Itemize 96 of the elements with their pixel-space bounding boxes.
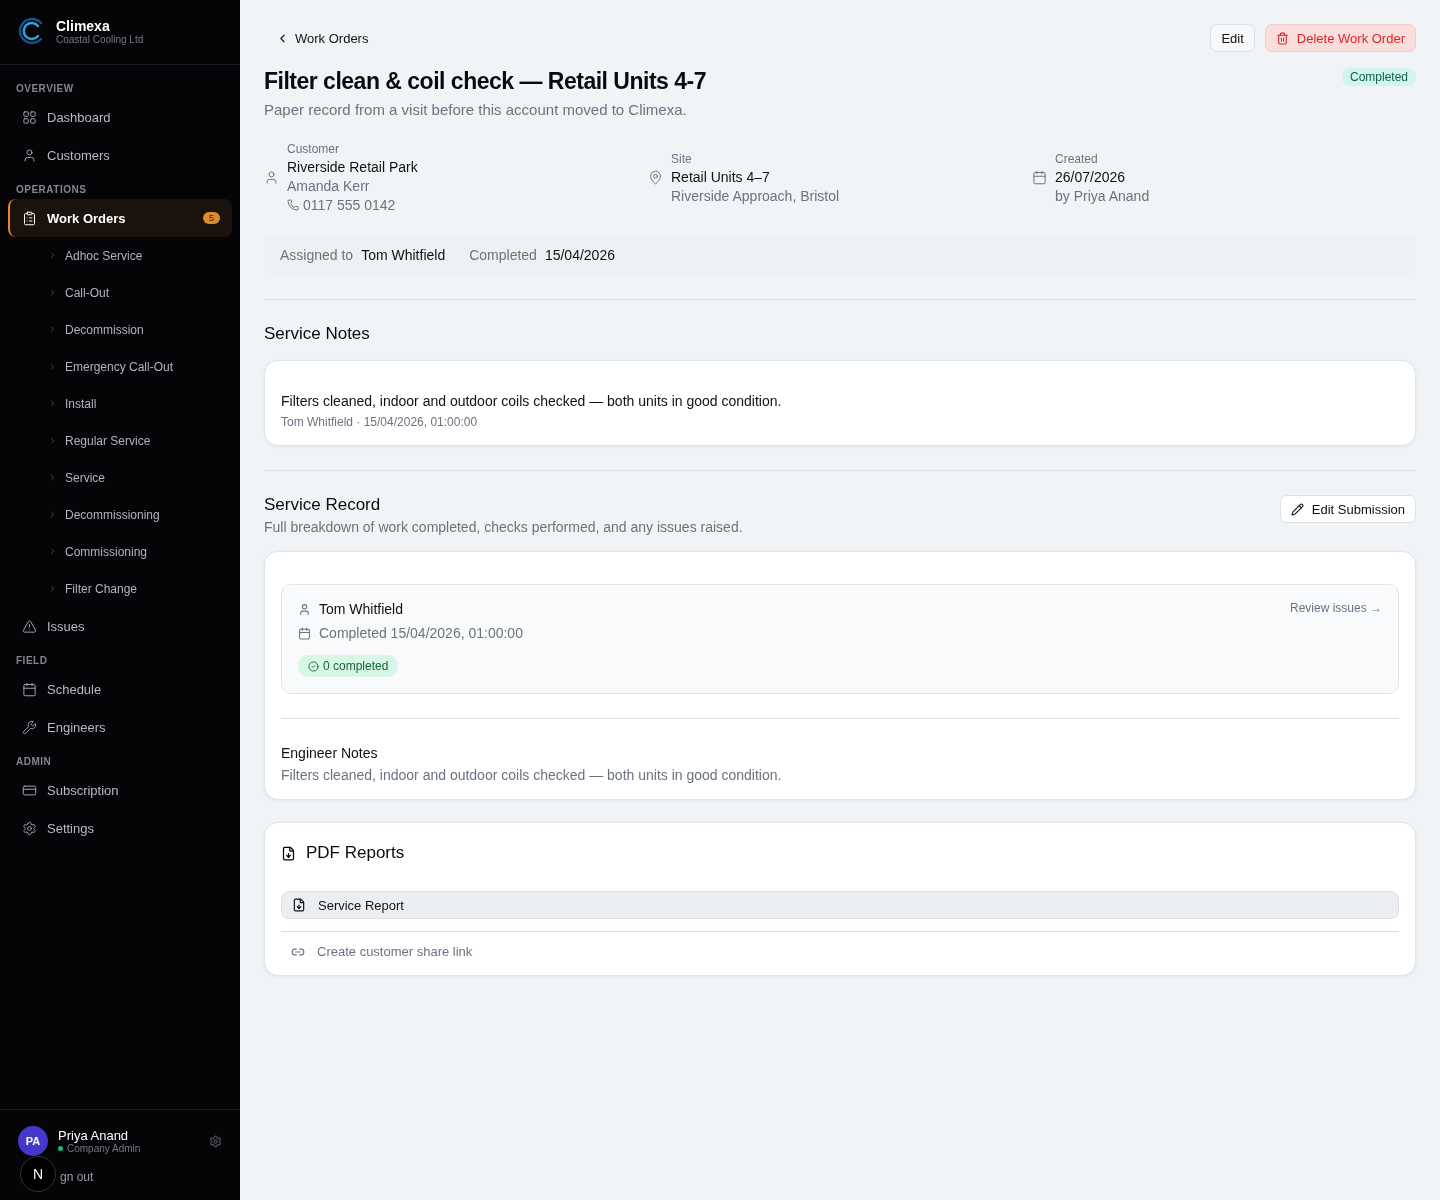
nav-subitem[interactable]: Decommission bbox=[8, 311, 232, 348]
edit-submission-button[interactable]: Edit Submission bbox=[1279, 495, 1416, 523]
settings-icon bbox=[22, 820, 37, 836]
avatar: PA bbox=[18, 1126, 48, 1156]
dev-tools-button[interactable]: N bbox=[20, 1156, 56, 1192]
chevron-icon bbox=[48, 251, 57, 260]
section-heading: FIELD bbox=[15, 654, 49, 668]
detail-label: Customer bbox=[287, 142, 340, 156]
engineer-name: Tom Whitfield bbox=[319, 601, 404, 617]
completed-count-badge: 0 completed bbox=[298, 655, 399, 677]
nav-subitem[interactable]: Install bbox=[8, 385, 232, 422]
completed-date: Completed 15/04/2026, 01:00:00 bbox=[319, 625, 523, 641]
phone-number: 0117 555 0142 bbox=[287, 197, 418, 213]
page-title: Filter clean & coil check — Retail Units 4-7 bbox=[264, 68, 706, 95]
detail-label: Created bbox=[1055, 151, 1099, 166]
user-role: Company Admin bbox=[67, 1143, 141, 1154]
nav-item[interactable]: Work Orders 5 bbox=[8, 199, 232, 237]
count-badge: 5 bbox=[203, 212, 220, 224]
detail-value: 26/07/2026 bbox=[1055, 168, 1127, 185]
edit-button[interactable]: Edit bbox=[1210, 24, 1255, 52]
detail-value: Retail Units 4–7 bbox=[671, 168, 771, 185]
share-link-button[interactable]: Create customer share link bbox=[281, 944, 1399, 959]
nav-item[interactable]: Dashboard bbox=[8, 98, 232, 136]
assignment-value: Tom Whitfield bbox=[361, 247, 446, 263]
detail-text: Riverside Approach, Bristol bbox=[671, 187, 840, 204]
sign-out-link[interactable]: gn out bbox=[60, 1170, 94, 1184]
calendar-icon bbox=[22, 681, 37, 697]
settings-icon[interactable] bbox=[209, 1134, 222, 1148]
note-text: Filters cleaned, indoor and outdoor coils checked — both units in good condition. bbox=[281, 393, 783, 409]
chevron-icon bbox=[48, 510, 57, 519]
chevron-icon bbox=[48, 547, 57, 556]
review-issues-link[interactable]: Review issues → bbox=[1289, 601, 1382, 677]
status-badge: Completed bbox=[1341, 68, 1416, 86]
brand-name: Climexa bbox=[56, 17, 111, 34]
user-icon bbox=[264, 170, 279, 185]
file-download-icon bbox=[292, 898, 306, 912]
nav-subitem[interactable]: Service bbox=[8, 459, 232, 496]
detail-text: Amanda Kerr bbox=[287, 178, 371, 194]
nav-subitem[interactable]: Decommissioning bbox=[8, 496, 232, 533]
section-heading: OPERATIONS bbox=[15, 183, 88, 197]
nav-subitem[interactable]: Call-Out bbox=[8, 274, 232, 311]
chevron-icon bbox=[48, 584, 57, 593]
nav-subitem[interactable]: Emergency Call-Out bbox=[8, 348, 232, 385]
card-title: PDF Reports bbox=[306, 843, 405, 863]
nav-item[interactable]: Settings bbox=[8, 809, 232, 847]
user-name: Priya Anand bbox=[58, 1128, 130, 1143]
engineer-notes: Filters cleaned, indoor and outdoor coils checked — both units in good condition. bbox=[281, 767, 783, 783]
nav-subitem[interactable]: Commissioning bbox=[8, 533, 232, 570]
section-heading: OVERVIEW bbox=[15, 82, 75, 96]
nav-item[interactable]: Schedule bbox=[8, 670, 232, 708]
check-circle-icon bbox=[308, 660, 319, 672]
wrench-icon bbox=[22, 719, 37, 735]
nav-item[interactable]: Subscription bbox=[8, 771, 232, 809]
detail-value: Riverside Retail Park bbox=[287, 159, 418, 175]
chevron-icon bbox=[48, 436, 57, 445]
chevron-icon bbox=[48, 288, 57, 297]
online-dot-icon bbox=[58, 1146, 63, 1151]
map-pin-icon bbox=[648, 170, 663, 185]
section-title: Service Record bbox=[264, 495, 382, 515]
company-name: Coastal Cooling Ltd bbox=[56, 33, 144, 45]
trash-icon bbox=[1275, 31, 1289, 45]
chevron-icon bbox=[48, 399, 57, 408]
dashboard-icon bbox=[22, 109, 37, 125]
section-description: Full breakdown of work completed, checks performed, and any issues raised. bbox=[264, 519, 743, 535]
nav-item[interactable]: Engineers bbox=[8, 708, 232, 746]
detail-text: by Priya Anand bbox=[1055, 187, 1150, 204]
assignment-value: 15/04/2026 bbox=[544, 247, 615, 263]
phone-icon bbox=[287, 199, 299, 211]
delete-button[interactable]: Delete Work Order bbox=[1264, 24, 1416, 52]
user-icon bbox=[298, 602, 311, 616]
user-icon bbox=[22, 147, 37, 163]
page-subtitle: Paper record from a visit before this account moved to Climexa. bbox=[264, 101, 688, 118]
nav-subitem[interactable]: Regular Service bbox=[8, 422, 232, 459]
nav-item[interactable]: Customers bbox=[8, 136, 232, 174]
pencil-icon bbox=[1290, 502, 1304, 516]
section-title: Service Notes bbox=[264, 324, 371, 344]
clipboard-icon bbox=[22, 210, 37, 226]
calendar-icon bbox=[298, 626, 311, 640]
section-heading: ADMIN bbox=[15, 755, 53, 769]
card-icon bbox=[22, 782, 37, 798]
chevron-icon bbox=[48, 325, 57, 334]
warning-icon bbox=[22, 618, 37, 634]
chevron-icon bbox=[48, 362, 57, 371]
note-meta: Tom Whitfield · 15/04/2026, 01:00:00 bbox=[281, 415, 479, 429]
nav-subitem[interactable]: Filter Change bbox=[8, 570, 232, 607]
nav-subitem[interactable]: Adhoc Service bbox=[8, 237, 232, 274]
report-button[interactable]: Service Report bbox=[281, 891, 1399, 919]
assignment-label: Assigned to bbox=[280, 247, 354, 263]
detail-label: Site bbox=[671, 151, 693, 166]
subsection-title: Engineer Notes bbox=[281, 745, 379, 761]
assignment-label: Completed bbox=[469, 247, 537, 263]
calendar-icon bbox=[1032, 170, 1047, 185]
back-link[interactable]: Work Orders bbox=[264, 30, 369, 46]
chevron-icon bbox=[48, 473, 57, 482]
nav-item[interactable]: Issues bbox=[8, 607, 232, 645]
file-download-icon bbox=[281, 845, 296, 861]
